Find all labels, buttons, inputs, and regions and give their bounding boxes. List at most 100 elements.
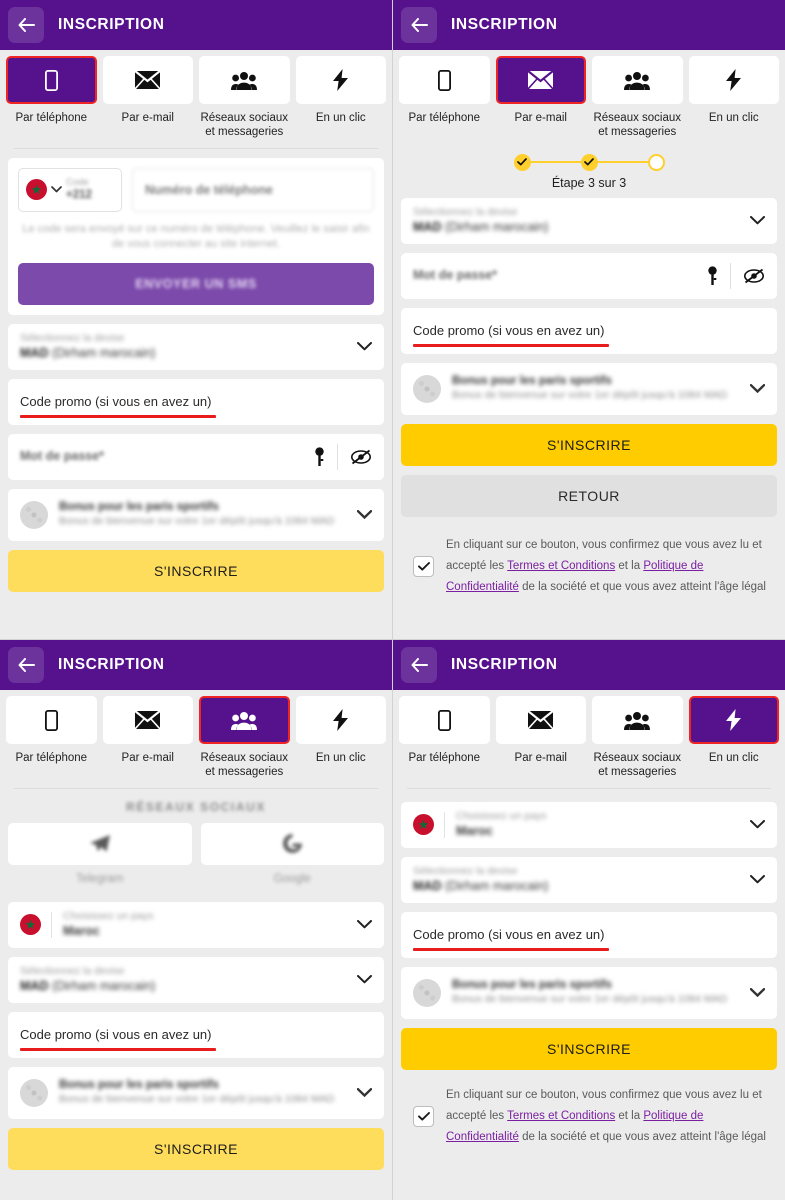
consent-line-3: de la société et que vous avez atteint l…	[522, 1131, 766, 1144]
consent-line-1: En cliquant sur ce bouton, vous confirme…	[446, 1088, 762, 1101]
password-input[interactable]: Mot de passe*	[8, 433, 384, 480]
tab-label: Par téléphone	[15, 112, 88, 124]
step-dot-3-current	[647, 153, 665, 171]
chevron-down-icon	[750, 820, 765, 829]
signup-button[interactable]: S'INSCRIRE	[401, 1027, 777, 1070]
country-select[interactable]: ★ Choisissez un pays Maroc	[8, 901, 384, 948]
country-code-text: Code +212	[66, 177, 92, 201]
send-sms-button[interactable]: ENVOYER UN SMS	[18, 262, 374, 305]
bonus-title: Bonus pour les paris sportifs	[452, 375, 612, 388]
bonus-select[interactable]: Bonus pour les paris sportifs Bonus de b…	[401, 966, 777, 1019]
bonus-subtitle: Bonus de bienvenue sur votre 1er dépôt j…	[59, 515, 335, 528]
bonus-subtitle: Bonus de bienvenue sur votre 1er dépôt j…	[452, 993, 728, 1006]
currency-select[interactable]: Sélectionnez la devise MAD (Dirham maroc…	[8, 956, 384, 1003]
currency-select[interactable]: Sélectionnez la devise MAD (Dirham maroc…	[401, 856, 777, 903]
signup-label: S'INSCRIRE	[154, 562, 238, 579]
country-value: Maroc	[456, 824, 493, 839]
page-title: INSCRIPTION	[58, 656, 165, 673]
promo-highlight-underline	[413, 947, 609, 951]
back-action-label: RETOUR	[558, 487, 620, 504]
back-button[interactable]	[8, 647, 44, 683]
social-button-google[interactable]: Google	[200, 822, 384, 885]
tab-par-telephone[interactable]: Par téléphone	[399, 56, 490, 140]
form-body: RÉSEAUX SOCIAUX Telegram Google ★ Choisi…	[0, 789, 392, 1170]
tab-par-telephone[interactable]: Par téléphone	[6, 696, 97, 780]
consent-line-2a: accepté les	[446, 1110, 508, 1123]
currency-select[interactable]: Sélectionnez la devise MAD (Dirham maroc…	[8, 323, 384, 370]
tab-par-email[interactable]: Par e-mail	[102, 696, 193, 780]
tab-label: Par e-mail	[514, 112, 567, 124]
phone-number-input[interactable]: Numéro de téléphone	[132, 167, 374, 212]
terms-link[interactable]: Termes et Conditions	[507, 560, 615, 572]
bonus-select[interactable]: Bonus pour les paris sportifs Bonus de b…	[8, 1066, 384, 1119]
terms-link[interactable]: Termes et Conditions	[507, 1110, 615, 1122]
promo-highlight-underline	[20, 414, 216, 418]
promo-code-input[interactable]: Code promo (si vous en avez un)	[401, 307, 777, 354]
form-body: Sélectionnez la devise MAD (Dirham maroc…	[393, 194, 785, 599]
promo-code-input[interactable]: Code promo (si vous en avez un)	[401, 911, 777, 958]
tab-label: En un clic	[315, 752, 366, 764]
password-input[interactable]: Mot de passe*	[401, 252, 777, 299]
tab-reseaux-sociaux[interactable]: Réseaux sociaux et messageries	[592, 56, 683, 140]
tabs-container: Par téléphone Par e-mail Réseaux sociaux…	[0, 50, 392, 149]
lightning-bolt-icon	[726, 69, 742, 91]
promo-code-input[interactable]: Code promo (si vous en avez un)	[8, 378, 384, 425]
country-code-select[interactable]: ★ Code +212	[18, 167, 122, 212]
promo-code-input[interactable]: Code promo (si vous en avez un)	[8, 1011, 384, 1058]
bonus-coin-icon	[20, 500, 48, 529]
chevron-down-icon	[750, 384, 765, 394]
bonus-select[interactable]: Bonus pour les paris sportifs Bonus de b…	[401, 362, 777, 415]
envelope-icon	[135, 71, 161, 89]
back-button[interactable]	[401, 7, 437, 43]
lightning-bolt-icon	[726, 709, 742, 731]
consent-checkbox[interactable]	[413, 1106, 434, 1128]
currency-select[interactable]: Sélectionnez la devise MAD (Dirham maroc…	[401, 197, 777, 244]
tab-en-un-clic[interactable]: En un clic	[688, 56, 779, 140]
consent-checkbox[interactable]	[413, 556, 434, 578]
envelope-icon	[528, 711, 554, 729]
key-icon[interactable]	[707, 266, 718, 286]
country-select[interactable]: ★ Choisissez un pays Maroc	[401, 801, 777, 848]
panel-en-un-clic: INSCRIPTION Par téléphone Par e-mail Rés…	[393, 640, 785, 1200]
tab-reseaux-sociaux[interactable]: Réseaux sociaux et messageries	[199, 56, 290, 140]
eye-off-icon[interactable]	[350, 449, 372, 465]
tab-en-un-clic[interactable]: En un clic	[688, 696, 779, 780]
panel-par-email: INSCRIPTION Par téléphone Par e-mail Rés…	[393, 0, 785, 640]
tab-en-un-clic[interactable]: En un clic	[295, 696, 386, 780]
tab-par-email[interactable]: Par e-mail	[102, 56, 193, 140]
phone-icon	[437, 69, 451, 91]
signup-button[interactable]: S'INSCRIRE	[401, 423, 777, 466]
morocco-flag-icon: ★	[20, 914, 41, 936]
tab-en-un-clic[interactable]: En un clic	[295, 56, 386, 140]
eye-off-icon[interactable]	[743, 268, 765, 284]
tab-reseaux-sociaux[interactable]: Réseaux sociaux et messageries	[199, 696, 290, 780]
arrow-left-icon	[411, 658, 428, 672]
tab-par-telephone[interactable]: Par téléphone	[399, 696, 490, 780]
currency-label: Sélectionnez la devise	[413, 865, 518, 878]
lightning-bolt-icon	[333, 69, 349, 91]
promo-code-label: Code promo (si vous en avez un)	[413, 927, 605, 943]
country-label: Choisissez un pays	[63, 910, 154, 923]
bonus-coin-icon	[413, 978, 441, 1007]
tab-par-telephone[interactable]: Par téléphone	[6, 56, 97, 140]
arrow-left-icon	[18, 18, 35, 32]
signup-button[interactable]: S'INSCRIRE	[8, 1127, 384, 1170]
signup-button[interactable]: S'INSCRIRE	[8, 549, 384, 592]
tab-par-email[interactable]: Par e-mail	[495, 56, 586, 140]
back-action-button[interactable]: RETOUR	[401, 474, 777, 517]
social-button-telegram[interactable]: Telegram	[8, 822, 192, 885]
signup-label: S'INSCRIRE	[547, 1040, 631, 1057]
promo-highlight-underline	[20, 1047, 216, 1051]
bonus-title: Bonus pour les paris sportifs	[452, 979, 612, 992]
back-button[interactable]	[401, 647, 437, 683]
bonus-select[interactable]: Bonus pour les paris sportifs Bonus de b…	[8, 488, 384, 541]
arrow-left-icon	[411, 18, 428, 32]
step-bar-2	[597, 161, 648, 164]
back-button[interactable]	[8, 7, 44, 43]
key-icon[interactable]	[314, 446, 325, 467]
tab-reseaux-sociaux[interactable]: Réseaux sociaux et messageries	[592, 696, 683, 780]
tab-par-email[interactable]: Par e-mail	[495, 696, 586, 780]
field-divider	[51, 911, 52, 938]
consent-line-1: En cliquant sur ce bouton, vous confirme…	[446, 538, 762, 551]
screenshot-grid: INSCRIPTION Par téléphone Par e-mail Rés…	[0, 0, 785, 1200]
